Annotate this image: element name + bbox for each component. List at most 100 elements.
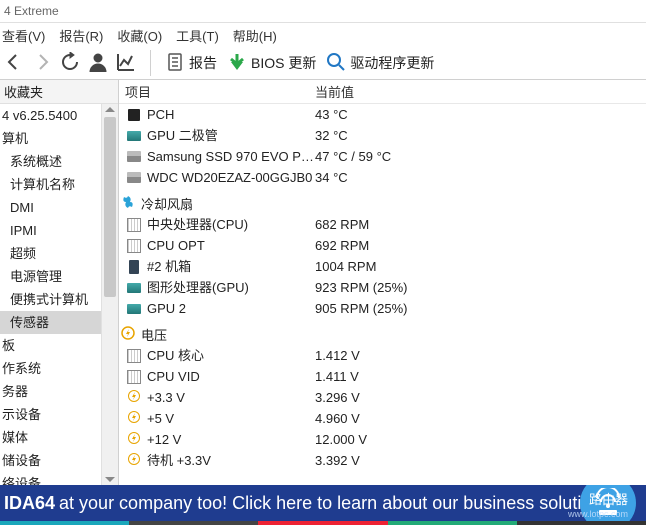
bios-update-button[interactable]: BIOS 更新 [227, 52, 316, 75]
menu-view[interactable]: 查看(V) [2, 26, 45, 45]
case-icon [125, 259, 143, 275]
chart-icon[interactable] [116, 52, 136, 75]
content-rows: PCH43 °CGPU 二极管32 °CSamsung SSD 970 EVO … [119, 104, 646, 471]
report-label: 报告 [189, 53, 217, 73]
sidebar-item[interactable]: 示设备 [0, 403, 101, 426]
column-value[interactable]: 当前值 [315, 82, 646, 101]
sidebar-tree[interactable]: 4 v6.25.5400算机系统概述计算机名称DMIIPMI超频电源管理便携式计… [0, 104, 101, 485]
sidebar-scrollbar[interactable] [101, 104, 118, 485]
banner-brand: 路由器 [589, 489, 628, 508]
banner-text: at your company too! Click here to learn… [59, 493, 581, 514]
fan-icon [119, 196, 137, 212]
sensor-row[interactable]: CPU VID1.411 V [119, 366, 646, 387]
scroll-thumb[interactable] [104, 117, 116, 297]
sensor-row[interactable]: +5 V4.960 V [119, 408, 646, 429]
driver-label: 驱动程序更新 [350, 53, 434, 73]
sidebar-item[interactable]: 算机 [0, 127, 101, 150]
refresh-icon[interactable] [60, 52, 80, 75]
section-header: 冷却风扇 [119, 188, 646, 214]
sidebar-item[interactable]: 板 [0, 334, 101, 357]
sidebar-item[interactable]: 传感器 [0, 311, 101, 334]
download-icon [227, 52, 247, 75]
sidebar-item[interactable]: 超频 [0, 242, 101, 265]
sidebar-item[interactable]: 计算机名称 [0, 173, 101, 196]
sensor-row[interactable]: +3.3 V3.296 V [119, 387, 646, 408]
sensor-value: 682 RPM [315, 215, 646, 234]
sensor-row[interactable]: PCH43 °C [119, 104, 646, 125]
sensor-name: PCH [147, 105, 315, 124]
sidebar-item[interactable]: 储设备 [0, 449, 101, 472]
sensor-name: +12 V [147, 430, 315, 449]
sensor-value: 34 °C [315, 168, 646, 187]
content-pane: 项目 当前值 PCH43 °CGPU 二极管32 °CSamsung SSD 9… [119, 80, 646, 485]
sidebar: 收藏夹 4 v6.25.5400算机系统概述计算机名称DMIIPMI超频电源管理… [0, 80, 119, 485]
sensor-name: CPU 核心 [147, 346, 315, 365]
sensor-value: 905 RPM (25%) [315, 299, 646, 318]
sensor-name: +3.3 V [147, 388, 315, 407]
sidebar-item[interactable]: 4 v6.25.5400 [0, 104, 101, 127]
sensor-name: +5 V [147, 409, 315, 428]
toolbar-divider [150, 50, 151, 76]
voltage-icon [119, 327, 137, 343]
sensor-row[interactable]: CPU 核心1.412 V [119, 345, 646, 366]
sensor-value: 923 RPM (25%) [315, 278, 646, 297]
scroll-up-icon[interactable] [105, 107, 115, 112]
sensor-value: 4.960 V [315, 409, 646, 428]
forward-icon[interactable] [32, 52, 52, 75]
bios-label: BIOS 更新 [251, 53, 316, 73]
sensor-row[interactable]: 中央处理器(CPU)682 RPM [119, 214, 646, 235]
sensor-row[interactable]: #2 机箱1004 RPM [119, 256, 646, 277]
sensor-value: 692 RPM [315, 236, 646, 255]
person-icon[interactable] [88, 52, 108, 75]
sensor-row[interactable]: GPU 2905 RPM (25%) [119, 298, 646, 319]
sensor-value: 3.296 V [315, 388, 646, 407]
sidebar-item[interactable]: 务器 [0, 380, 101, 403]
bolt-icon [125, 411, 143, 427]
sidebar-item[interactable]: 系统概述 [0, 150, 101, 173]
banner[interactable]: IDA64 at your company too! Click here to… [0, 485, 646, 521]
column-item[interactable]: 项目 [125, 82, 315, 101]
gpu-icon [125, 128, 143, 144]
sidebar-item[interactable]: 媒体 [0, 426, 101, 449]
menu-report[interactable]: 报告(R) [59, 26, 103, 45]
sensor-name: 中央处理器(CPU) [147, 215, 315, 234]
driver-update-button[interactable]: 驱动程序更新 [326, 52, 434, 75]
sidebar-item[interactable]: IPMI [0, 219, 101, 242]
menu-favorites[interactable]: 收藏(O) [117, 26, 162, 45]
disk-icon [125, 170, 143, 186]
scroll-down-icon[interactable] [105, 477, 115, 482]
back-icon[interactable] [4, 52, 24, 75]
window-title: 4 Extreme [4, 4, 59, 18]
chip-icon [125, 238, 143, 254]
sensor-value: 47 °C / 59 °C [315, 147, 646, 166]
sidebar-item[interactable]: 电源管理 [0, 265, 101, 288]
sidebar-item[interactable]: 便携式计算机 [0, 288, 101, 311]
sidebar-item[interactable]: 作系统 [0, 357, 101, 380]
section-header: 电压 [119, 319, 646, 345]
gpu-icon [125, 301, 143, 317]
menu-tools[interactable]: 工具(T) [176, 26, 219, 45]
pch-icon [125, 107, 143, 123]
sensor-row[interactable]: GPU 二极管32 °C [119, 125, 646, 146]
sensor-row[interactable]: 图形处理器(GPU)923 RPM (25%) [119, 277, 646, 298]
menubar: 查看(V) 报告(R) 收藏(O) 工具(T) 帮助(H) [0, 23, 646, 47]
banner-brand-url: www.lotpc.com [568, 509, 628, 519]
sidebar-header: 收藏夹 [0, 80, 118, 104]
sensor-row[interactable]: CPU OPT692 RPM [119, 235, 646, 256]
sensor-row[interactable]: +12 V12.000 V [119, 429, 646, 450]
sensor-name: WDC WD20EZAZ-00GGJB0 [147, 168, 315, 187]
sensor-value: 32 °C [315, 126, 646, 145]
sensor-row[interactable]: Samsung SSD 970 EVO Plus ...47 °C / 59 °… [119, 146, 646, 167]
sidebar-item[interactable]: 络设备 [0, 472, 101, 485]
sensor-name: #2 机箱 [147, 257, 315, 276]
sensor-name: CPU OPT [147, 236, 315, 255]
sensor-value: 43 °C [315, 105, 646, 124]
bolt-icon [125, 390, 143, 406]
menu-help[interactable]: 帮助(H) [233, 26, 277, 45]
bolt-icon [125, 453, 143, 469]
sensor-row[interactable]: WDC WD20EZAZ-00GGJB034 °C [119, 167, 646, 188]
sidebar-item[interactable]: DMI [0, 196, 101, 219]
sensor-row[interactable]: 待机 +3.3V3.392 V [119, 450, 646, 471]
report-button[interactable]: 报告 [165, 52, 217, 75]
sensor-value: 1.411 V [315, 367, 646, 386]
